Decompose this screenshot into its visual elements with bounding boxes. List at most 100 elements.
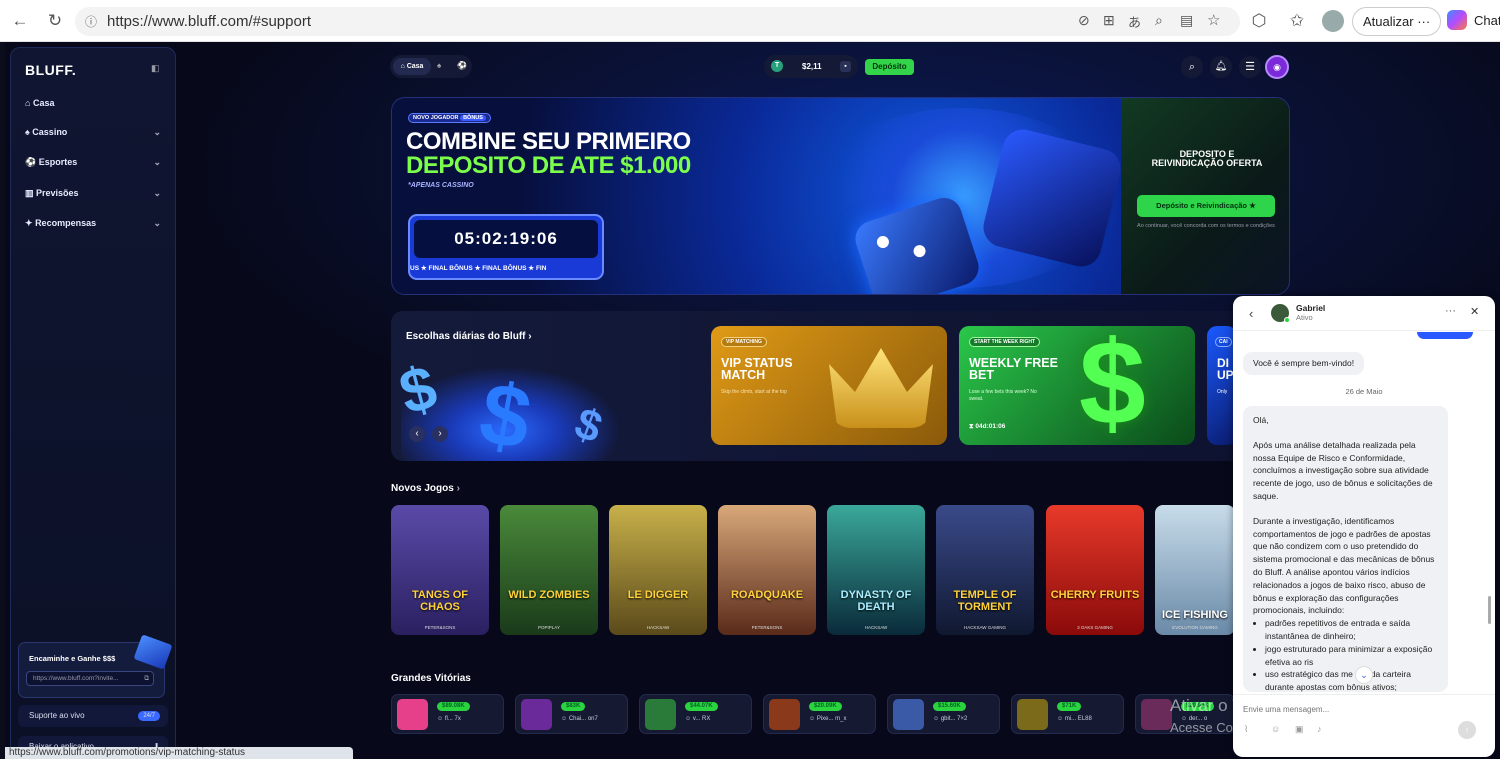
win-amount: $15.60K xyxy=(933,702,966,711)
update-label: Atualizar xyxy=(1363,14,1414,29)
search-icon[interactable]: ⌕ xyxy=(1181,56,1203,78)
game-card[interactable]: DYNASTY OF DEATH HACKSAW xyxy=(827,505,925,635)
offer-terms[interactable]: Ao continuar, você concorda com os termo… xyxy=(1136,222,1276,230)
mic-icon[interactable]: ♪ xyxy=(1317,724,1322,734)
referral-link-field[interactable]: https://www.bluff.com?invite... ⧉ xyxy=(26,671,154,686)
win-player-name: Pixe... m_x xyxy=(816,716,847,722)
menu-icon[interactable]: ☰ xyxy=(1239,56,1261,78)
top-tabs: ⌂ Casa ♠ ⚽ xyxy=(390,55,472,78)
favorite-star-icon[interactable]: ☆ xyxy=(1207,11,1220,29)
sidebar-item-casa[interactable]: ⌂ Casa xyxy=(25,98,165,116)
game-thumbnail xyxy=(397,699,428,730)
site-info-icon[interactable]: ⓘ xyxy=(85,13,97,30)
tracking-icon[interactable]: ⊘ xyxy=(1078,12,1090,29)
attach-icon[interactable]: ⌇ xyxy=(1244,724,1248,735)
favorites-icon[interactable]: ✩ xyxy=(1285,9,1309,33)
carousel-next-icon[interactable]: › xyxy=(432,426,448,442)
chat-message-input[interactable] xyxy=(1243,701,1433,717)
game-card[interactable]: ICE FISHING EVOLUTION GAMING xyxy=(1155,505,1235,635)
game-thumbnail xyxy=(1141,699,1172,730)
promo-tag: START THE WEEK RIGHT xyxy=(969,337,1041,347)
game-card[interactable]: TANGS OF CHAOS PETER&SONS xyxy=(391,505,489,635)
chat-close-icon[interactable]: ✕ xyxy=(1470,305,1479,318)
chevron-down-icon: ⌄ xyxy=(153,188,161,198)
hero-banner[interactable]: NOVO JOGADOR BÔNUS COMBINE SEU PRIMEIRO … xyxy=(391,97,1290,295)
game-card[interactable]: WILD ZOMBIES POPIPLAY xyxy=(500,505,598,635)
chevron-down-icon: ⌄ xyxy=(153,127,161,137)
wallet-toggle-icon[interactable]: ▪ xyxy=(840,61,851,72)
carousel-prev-icon[interactable]: ‹ xyxy=(409,426,425,442)
chat-message-welcome: Você é sempre bem-vindo! xyxy=(1243,352,1365,375)
sidebar-item-cassino[interactable]: ♠ Cassino ⌄ xyxy=(25,127,165,145)
send-icon[interactable]: ↑ xyxy=(1458,721,1476,739)
promo-sub: Skip the climb, start at the top xyxy=(721,389,787,395)
game-card[interactable]: TEMPLE OF TORMENT HACKSAW GAMING xyxy=(936,505,1034,635)
win-player: ☺ mi... EL88 xyxy=(1057,716,1092,722)
win-player: ☺ Chai... on7 xyxy=(561,716,598,722)
sidebar-item-esportes[interactable]: ⚽ Esportes ⌄ xyxy=(25,157,165,175)
big-win-card[interactable]: $71K ☺ mi... EL88 xyxy=(1011,694,1124,734)
reader-icon[interactable]: ▤ xyxy=(1180,12,1193,29)
game-provider: EVOLUTION GAMING xyxy=(1172,625,1218,630)
copilot-icon[interactable] xyxy=(1447,10,1467,30)
extensions-icon[interactable]: ⬡ xyxy=(1247,9,1271,33)
translate-icon[interactable]: あ xyxy=(1128,12,1141,31)
referral-card[interactable]: Encaminhe e Ganhe $$$ https://www.bluff.… xyxy=(18,634,173,698)
emoji-icon[interactable]: ☺ xyxy=(1271,724,1280,734)
collapse-sidebar-icon[interactable]: ◧ xyxy=(151,63,160,74)
win-player-name: v... RX xyxy=(692,716,711,722)
game-card[interactable]: ROADQUAKE PETER&SONS xyxy=(718,505,816,635)
sidebar-item-previsoes[interactable]: ▥ Previsões ⌄ xyxy=(25,188,165,206)
url-text[interactable]: https://www.bluff.com/#support xyxy=(107,13,311,30)
back-icon[interactable]: ← xyxy=(8,9,32,33)
win-player-name: fl... 7x xyxy=(444,716,461,722)
new-games-title[interactable]: Novos Jogos › xyxy=(391,483,460,494)
win-amount: $44.07K xyxy=(685,702,718,711)
wallet[interactable]: T $2,11 ▪ xyxy=(764,55,858,78)
chat-back-icon[interactable]: ‹ xyxy=(1249,306,1253,321)
user-avatar[interactable]: ◉ xyxy=(1265,55,1289,79)
more-icon[interactable]: ··· xyxy=(1417,14,1430,29)
tab-sports-icon[interactable]: ⚽ xyxy=(457,61,467,70)
promo-card-weekly[interactable]: START THE WEEK RIGHT WEEKLY FREE BET Los… xyxy=(959,326,1195,445)
game-title: LE DIGGER xyxy=(627,589,689,601)
tab-casa[interactable]: ⌂ Casa xyxy=(393,58,431,75)
copy-icon[interactable]: ⧉ xyxy=(144,672,149,685)
deposit-claim-button[interactable]: Depósito e Reivindicação ★ xyxy=(1137,195,1275,217)
win-player-name: Chai... on7 xyxy=(568,716,598,722)
game-card[interactable]: LE DIGGER HACKSAW xyxy=(609,505,707,635)
ball-icon: ⚽ xyxy=(25,157,37,167)
chat-label[interactable]: Chat xyxy=(1474,13,1500,28)
zoom-icon[interactable]: ⌕ xyxy=(1155,12,1163,29)
money-icon xyxy=(133,634,173,670)
live-support-button[interactable]: Suporte ao vivo 24/7 xyxy=(18,705,168,727)
deposit-button[interactable]: Depósito xyxy=(865,59,914,75)
big-win-card[interactable]: $44.07K ☺ v... RX xyxy=(639,694,752,734)
game-card[interactable]: CHERRY FRUITS 3 OAKS GAMING xyxy=(1046,505,1144,635)
big-win-card[interactable]: $15.60K ☺ gbit... 7×2 xyxy=(887,694,1000,734)
game-title: DYNASTY OF DEATH xyxy=(840,589,912,613)
chat-more-icon[interactable]: ··· xyxy=(1445,305,1456,317)
chevron-down-icon: ⌄ xyxy=(153,218,161,228)
tab-cards-icon[interactable]: ♠ xyxy=(437,61,441,70)
reload-icon[interactable]: ↻ xyxy=(43,9,67,33)
apps-icon[interactable]: ⊞ xyxy=(1103,12,1115,29)
profile-avatar[interactable] xyxy=(1322,10,1344,32)
tab-casa-label: Casa xyxy=(406,63,424,70)
chat-scrollbar[interactable] xyxy=(1488,596,1491,624)
status-bar-url: https://www.bluff.com/promotions/vip-mat… xyxy=(5,747,353,759)
bluff-logo[interactable]: BLUFF. xyxy=(25,62,76,78)
bell-icon[interactable]: 🔔︎ xyxy=(1210,56,1232,78)
sidebar-item-recompensas[interactable]: ✦ Recompensas ⌄ xyxy=(25,218,165,236)
address-bar[interactable]: ⓘ https://www.bluff.com/#support ⊘ ⊞ あ ⌕… xyxy=(75,7,1240,36)
daily-picks-arrow-icon[interactable]: › xyxy=(528,331,531,342)
big-win-card[interactable]: $83K ☺ Chai... on7 xyxy=(515,694,628,734)
big-win-card[interactable]: $20.09K ☺ Pixe... m_x xyxy=(763,694,876,734)
win-player-name: gbit... 7×2 xyxy=(940,716,968,722)
update-button[interactable]: Atualizar ··· xyxy=(1352,7,1442,36)
gif-icon[interactable]: ▣ xyxy=(1295,724,1304,735)
promo-card-vip[interactable]: VIP MATCHING VIP STATUS MATCH Skip the c… xyxy=(711,326,947,445)
hourglass-icon: ⧗ xyxy=(969,423,974,430)
scroll-down-icon[interactable]: ⌄ xyxy=(1355,666,1373,684)
big-win-card[interactable]: $89.08K ☺ fl... 7x xyxy=(391,694,504,734)
